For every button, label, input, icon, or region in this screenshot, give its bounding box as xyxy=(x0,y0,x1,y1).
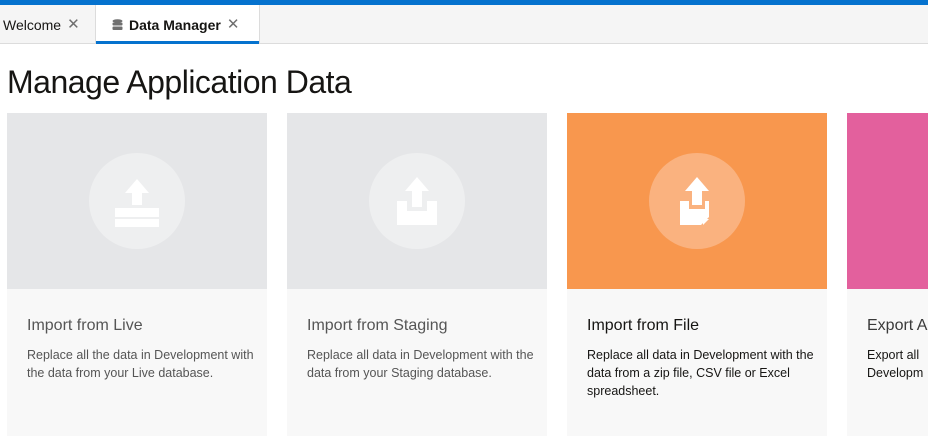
card-description: Replace all the data in Development with… xyxy=(27,348,254,380)
card-description: Replace all data in Development with the… xyxy=(587,348,814,398)
tab-welcome[interactable]: Welcome ✕ xyxy=(0,5,96,44)
tab-welcome-label: Welcome xyxy=(3,16,62,33)
upload-box-icon xyxy=(397,177,437,225)
card-title: Import from Staging xyxy=(307,317,448,334)
card-description-line: Developm xyxy=(867,366,924,380)
close-icon[interactable]: ✕ xyxy=(227,17,240,32)
card-title: Import from File xyxy=(587,317,700,334)
page-title: Manage Application Data xyxy=(7,64,352,100)
card-icon-circle xyxy=(369,153,465,249)
card-description: Export all Developm xyxy=(867,346,928,382)
import-from-live-card[interactable]: Import from Live Replace all the data in… xyxy=(7,113,267,436)
card-hero xyxy=(287,113,547,289)
tab-strip: Welcome ✕ Data Manager ✕ xyxy=(0,5,928,44)
card-description-line: Export all xyxy=(867,348,920,362)
card-title: Export A xyxy=(867,317,928,334)
database-icon xyxy=(112,18,123,30)
card-title: Import from Live xyxy=(27,317,143,334)
card-icon-circle xyxy=(89,153,185,249)
card-icon-circle xyxy=(649,153,745,249)
card-hero xyxy=(7,113,267,289)
card-hero xyxy=(567,113,827,289)
import-from-staging-card[interactable]: Import from Staging Replace all data in … xyxy=(287,113,547,436)
close-icon[interactable]: ✕ xyxy=(67,17,80,32)
tab-data-manager[interactable]: Data Manager ✕ xyxy=(96,5,260,44)
tab-data-manager-label: Data Manager xyxy=(129,16,221,33)
import-from-file-card[interactable]: Import from File Replace all data in Dev… xyxy=(567,113,827,436)
card-hero xyxy=(847,113,928,289)
card-description: Replace all data in Development with the… xyxy=(307,348,534,380)
upload-file-icon xyxy=(680,177,709,225)
export-card[interactable]: Export A Export all Developm xyxy=(847,113,928,436)
upload-tray-icon xyxy=(115,179,159,227)
